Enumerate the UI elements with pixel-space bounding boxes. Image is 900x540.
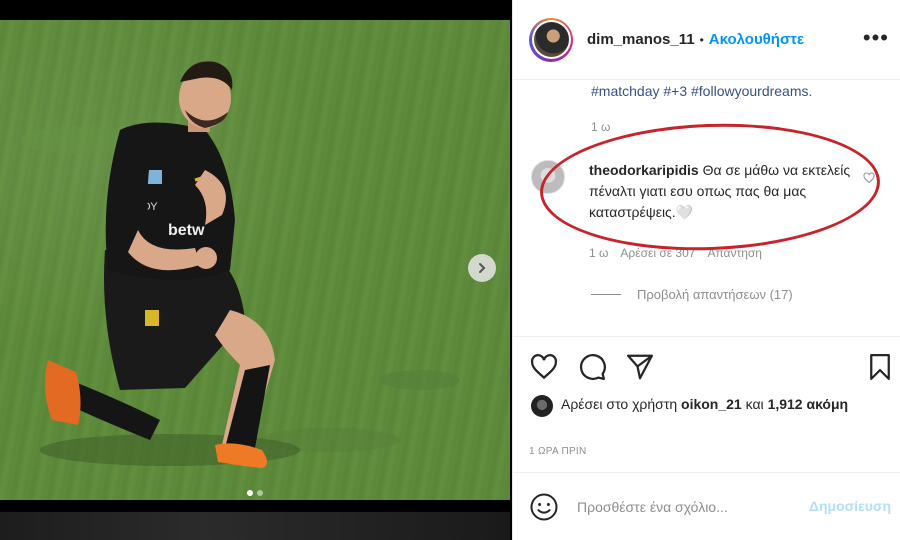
comment-like-icon[interactable] — [863, 172, 875, 184]
carousel-next-button[interactable] — [468, 254, 496, 282]
comment-like-count[interactable]: Αρέσει σε 307 — [620, 246, 695, 260]
separator-dot: • — [699, 32, 704, 47]
add-comment-bar: Δημοσίευση — [513, 472, 900, 540]
comment-time[interactable]: 1 ω — [589, 246, 608, 260]
emoji-icon[interactable] — [529, 492, 559, 522]
comment-avatar[interactable] — [531, 160, 565, 194]
comment-input[interactable] — [577, 498, 797, 515]
post-panel: dim_manos_11 • Ακολουθήστε ••• #matchday… — [512, 0, 900, 540]
post-comment-button[interactable]: Δημοσίευση — [809, 498, 891, 514]
post-timestamp[interactable]: 1 ΩΡΑ ΠΡΙΝ — [529, 446, 587, 457]
comment-meta: 1 ω Αρέσει σε 307 Απάντηση — [589, 246, 762, 260]
story-ring[interactable] — [529, 17, 573, 62]
view-replies-button[interactable]: Προβολή απαντήσεων (17) — [591, 287, 793, 302]
share-icon[interactable] — [625, 352, 655, 382]
action-bar — [513, 336, 900, 396]
comment-reply-button[interactable]: Απάντηση — [707, 246, 762, 260]
player-figure: betw ΙΚΟΥ — [20, 61, 460, 468]
save-bookmark-icon[interactable] — [865, 352, 895, 382]
liker-avatar[interactable] — [531, 395, 553, 417]
view-replies-label: Προβολή απαντήσεων (17) — [637, 287, 793, 302]
liker-username[interactable]: oikon_21 — [681, 396, 742, 412]
avatar-border — [531, 20, 571, 59]
post-photo[interactable]: betw ΙΚΟΥ — [0, 20, 510, 500]
post-header: dim_manos_11 • Ακολουθήστε ••• — [513, 0, 900, 80]
comment-item: theodorkaripidis Θα σε μάθω να εκτελείς … — [531, 160, 871, 223]
comments-section[interactable]: #matchday #+3 #followyourdreams. 1 ω the… — [513, 80, 900, 336]
next-post-strip — [0, 512, 510, 540]
likes-and: και — [745, 396, 764, 412]
follow-button[interactable]: Ακολουθήστε — [709, 31, 804, 48]
avatar — [533, 22, 569, 57]
caption-time[interactable]: 1 ω — [591, 120, 610, 134]
chevron-right-icon — [479, 263, 486, 273]
likes-count[interactable]: 1,912 ακόμη — [768, 396, 849, 412]
likes-summary: Αρέσει στο χρήστη oikon_21 και 1,912 ακό… — [531, 394, 851, 417]
comment-username[interactable]: theodorkaripidis — [589, 162, 699, 178]
likes-text: Αρέσει στο χρήστη oikon_21 και 1,912 ακό… — [561, 394, 851, 415]
replies-line — [591, 294, 621, 295]
carousel-dot — [257, 490, 263, 496]
hashtag-link[interactable]: #matchday #+3 #followyourdreams. — [591, 83, 812, 99]
comment-icon[interactable] — [577, 352, 607, 382]
carousel-dots — [0, 490, 510, 496]
likes-prefix: Αρέσει στο χρήστη — [561, 396, 678, 412]
carousel-dot-active — [247, 490, 253, 496]
post-username[interactable]: dim_manos_11 — [587, 31, 695, 48]
more-options-icon[interactable]: ••• — [863, 27, 889, 49]
comment-body: theodorkaripidis Θα σε μάθω να εκτελείς … — [589, 160, 869, 223]
like-heart-icon[interactable] — [529, 352, 559, 382]
post-media: betw ΙΚΟΥ — [0, 0, 512, 540]
svg-text:betw: betw — [168, 222, 205, 239]
caption-hashtags[interactable]: #matchday #+3 #followyourdreams. — [591, 83, 812, 99]
